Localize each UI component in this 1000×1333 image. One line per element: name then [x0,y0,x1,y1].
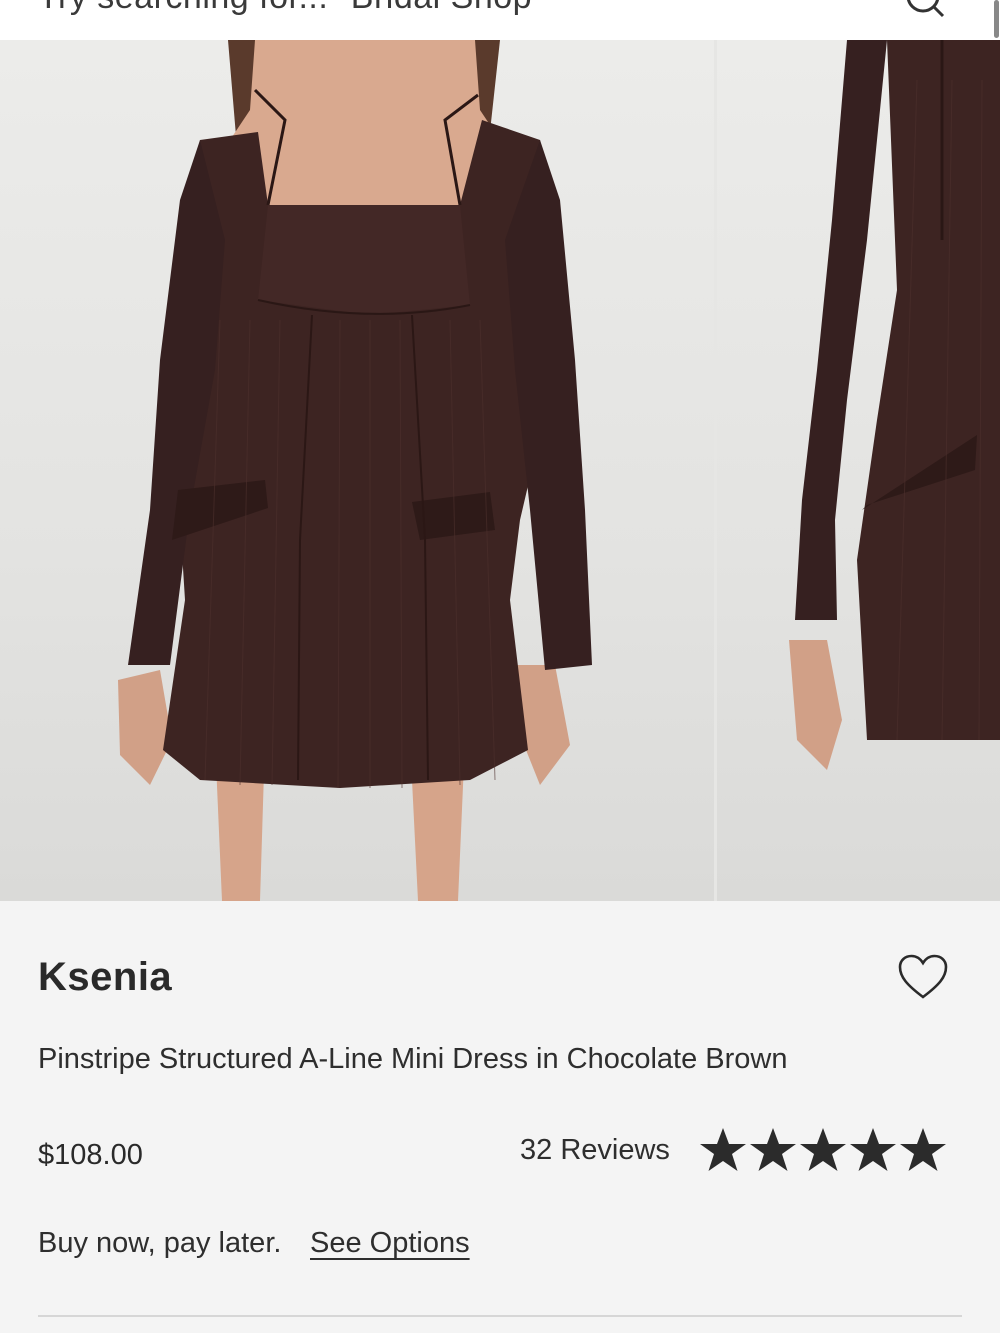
star-filled-icon [850,1128,896,1171]
star-filled-icon [700,1128,746,1171]
divider [38,1315,962,1317]
product-price: $108.00 [38,1139,143,1171]
star-rating[interactable] [698,1125,948,1177]
product-image-carousel[interactable] [0,40,1000,901]
reviews-link[interactable]: 32 Reviews [520,1134,670,1167]
search-placeholder[interactable]: Try searching for... "Bridal Shop" [38,0,545,17]
star-filled-icon [800,1128,846,1171]
bnpl-text: Buy now, pay later. [38,1227,282,1259]
product-image-side[interactable] [717,40,1000,901]
see-options-link[interactable]: See Options [310,1227,470,1260]
heart-outline-icon[interactable] [897,953,949,1001]
scrollbar[interactable] [994,0,999,38]
search-bar[interactable]: Try searching for... "Bridal Shop" [0,0,1000,40]
brand-name[interactable]: Ksenia [38,955,172,1000]
product-title: Pinstripe Structured A-Line Mini Dress i… [38,1043,788,1075]
search-icon[interactable] [905,0,945,18]
product-info: Ksenia Pinstripe Structured A-Line Mini … [0,901,1000,1333]
product-image-front[interactable] [0,40,714,901]
star-filled-icon [750,1128,796,1171]
star-filled-icon [900,1128,946,1171]
